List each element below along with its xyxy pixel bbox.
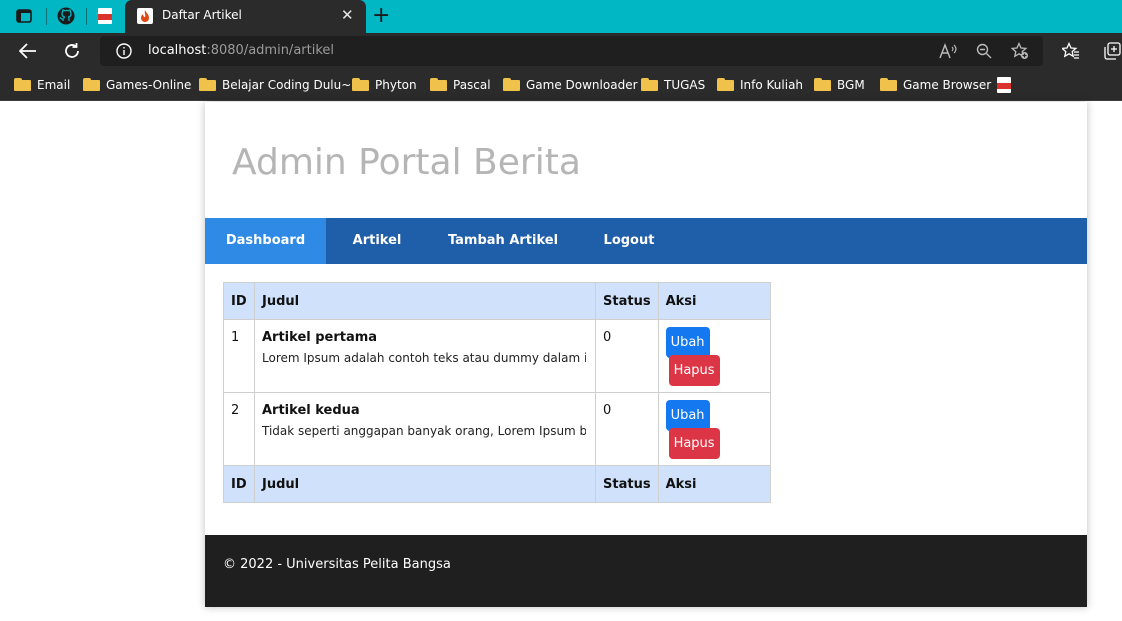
ubah-button[interactable]: Ubah	[665, 327, 710, 358]
hapus-button[interactable]: Hapus	[668, 428, 720, 459]
header-id: ID	[223, 282, 255, 320]
header-judul: Judul	[254, 282, 596, 320]
table-header-row: ID Judul Status Aksi	[223, 282, 771, 320]
add-favorite-icon[interactable]	[1010, 42, 1030, 60]
bookmark-label: Pascal	[453, 77, 491, 92]
codeigniter-favicon-icon	[137, 8, 153, 24]
folder-icon	[199, 78, 216, 91]
cell-aksi: UbahHapus	[657, 392, 771, 466]
refresh-icon[interactable]	[60, 39, 84, 63]
header-status: Status	[595, 282, 659, 320]
cell-id: 1	[223, 319, 255, 393]
site-title: Admin Portal Berita	[232, 142, 581, 183]
folder-icon	[14, 78, 31, 91]
active-tab-title: Daftar Artikel	[162, 8, 242, 22]
folder-icon	[717, 78, 734, 91]
url-host: localhost	[148, 43, 207, 58]
tab-separator	[46, 8, 47, 25]
bookmark-label: Info Kuliah	[740, 77, 804, 92]
cell-id: 2	[223, 392, 255, 466]
bookmark-belajar-coding[interactable]: Belajar Coding Dulu~	[199, 76, 351, 93]
web-page: Admin Portal Berita Dashboard Artikel Ta…	[0, 102, 1122, 621]
footer-judul: Judul	[254, 465, 596, 503]
bookmark-label: Phyton	[375, 77, 417, 92]
address-bar[interactable]: localhost:8080/admin/artikel	[100, 36, 1043, 66]
hapus-button[interactable]: Hapus	[668, 355, 720, 386]
browser-toolbar: localhost:8080/admin/artikel	[0, 33, 1122, 69]
folder-icon	[430, 78, 447, 91]
bookmark-label: Email	[37, 77, 71, 92]
url-text: localhost:8080/admin/artikel	[148, 43, 334, 58]
bookmark-pascal[interactable]: Pascal	[430, 76, 491, 93]
ubah-button[interactable]: Ubah	[665, 400, 710, 431]
folder-icon	[814, 78, 831, 91]
bookmark-tugas[interactable]: TUGAS	[641, 76, 705, 93]
folder-icon	[880, 78, 897, 91]
github-icon[interactable]	[56, 6, 76, 26]
read-aloud-icon[interactable]	[938, 42, 958, 60]
pdf-icon	[997, 76, 1011, 93]
bookmark-label: Game Browser	[903, 77, 992, 92]
nav-dashboard[interactable]: Dashboard	[205, 218, 326, 264]
cell-aksi: UbahHapus	[657, 319, 771, 393]
table-row: 1 Artikel pertama Lorem Ipsum adalah con…	[223, 319, 771, 393]
nav-tambah-artikel[interactable]: Tambah Artikel	[428, 218, 578, 264]
main-nav: Dashboard Artikel Tambah Artikel Logout	[205, 218, 1087, 264]
bookmark-email[interactable]: Email	[14, 76, 70, 93]
cell-judul: Artikel pertama Lorem Ipsum adalah conto…	[254, 319, 596, 393]
folder-icon	[352, 78, 369, 91]
artikel-table: ID Judul Status Aksi 1 Artikel pertama L…	[223, 282, 771, 503]
nav-artikel[interactable]: Artikel	[326, 218, 428, 264]
cell-status: 0	[595, 319, 659, 393]
cell-status: 0	[595, 392, 659, 466]
table-footer-row: ID Judul Status Aksi	[223, 465, 771, 503]
bookmark-label: TUGAS	[664, 77, 706, 92]
site-footer: © 2022 - Universitas Pelita Bangsa	[205, 535, 1087, 607]
back-arrow-icon[interactable]	[16, 39, 40, 63]
bookmark-phyton[interactable]: Phyton	[352, 76, 417, 93]
footer-aksi: Aksi	[657, 465, 771, 503]
table-row: 2 Artikel kedua Tidak seperti anggapan b…	[223, 392, 771, 466]
active-tab[interactable]: Daftar Artikel ✕	[125, 0, 366, 33]
pdf-tab-icon[interactable]	[95, 6, 115, 26]
tab-actions-icon[interactable]	[14, 6, 34, 26]
footer-copyright: © 2022 - Universitas Pelita Bangsa	[223, 557, 451, 572]
url-path: :8080/admin/artikel	[206, 43, 335, 58]
bookmark-label: Games-Online	[106, 77, 192, 92]
tab-separator	[86, 8, 87, 25]
bookmarks-bar: Email Games-Online Belajar Coding Dulu~ …	[0, 69, 1122, 101]
bookmark-label: BGM	[837, 77, 865, 92]
nav-logout[interactable]: Logout	[578, 218, 680, 264]
article-excerpt: Lorem Ipsum adalah contoh teks atau dumm…	[262, 351, 586, 365]
bookmark-game-downloader[interactable]: Game Downloader	[503, 76, 638, 93]
site-header: Admin Portal Berita	[205, 102, 1087, 218]
bookmark-info-kuliah[interactable]: Info Kuliah	[717, 76, 803, 93]
page-container: Admin Portal Berita Dashboard Artikel Ta…	[205, 102, 1087, 607]
collections-icon[interactable]	[1103, 41, 1122, 61]
folder-icon	[641, 78, 658, 91]
cell-judul: Artikel kedua Tidak seperti anggapan ban…	[254, 392, 596, 466]
browser-tab-bar: Daftar Artikel ✕ +	[0, 0, 1122, 33]
article-title: Artikel pertama	[262, 330, 378, 345]
article-title: Artikel kedua	[262, 403, 360, 418]
footer-status: Status	[595, 465, 659, 503]
footer-id: ID	[223, 465, 255, 503]
bookmark-label: Game Downloader	[526, 77, 638, 92]
bookmark-bgm[interactable]: BGM	[814, 76, 865, 93]
folder-icon	[83, 78, 100, 91]
zoom-icon[interactable]	[974, 42, 994, 60]
new-tab-button[interactable]: +	[372, 3, 390, 29]
header-aksi: Aksi	[657, 282, 771, 320]
bookmark-game-browser[interactable]: Game Browser	[880, 76, 991, 93]
folder-icon	[503, 78, 520, 91]
bookmark-games-online[interactable]: Games-Online	[83, 76, 191, 93]
favorites-icon[interactable]	[1061, 41, 1081, 61]
bookmark-pdf[interactable]	[997, 76, 1011, 93]
bookmark-label: Belajar Coding Dulu~	[222, 77, 352, 92]
close-tab-icon[interactable]: ✕	[341, 6, 354, 24]
site-info-icon[interactable]	[116, 43, 132, 63]
article-excerpt: Tidak seperti anggapan banyak orang, Lor…	[262, 424, 586, 438]
